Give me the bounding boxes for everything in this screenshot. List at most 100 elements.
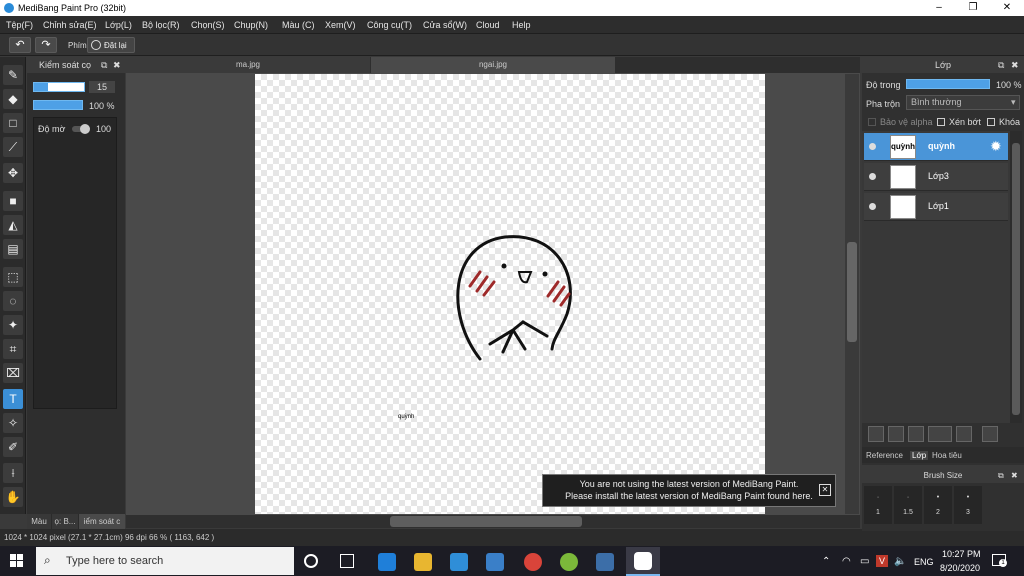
windows-start-icon[interactable] [10, 554, 24, 568]
new-halftone-layer-icon[interactable] [888, 426, 904, 442]
close-panel-icon[interactable]: ✖ [1011, 57, 1019, 73]
vertical-scroll-thumb[interactable] [847, 242, 857, 342]
tab-color[interactable]: Màu [27, 514, 51, 529]
popout-icon[interactable]: ⧉ [998, 57, 1004, 73]
menu-color[interactable]: Màu (C) [282, 20, 315, 30]
clock-date[interactable]: 8/20/2020 [940, 563, 980, 573]
volume-icon[interactable]: 🔈 [894, 556, 906, 567]
fill-shape-icon[interactable]: ■ [3, 191, 23, 211]
divide-icon[interactable]: ✐ [3, 437, 23, 457]
vpn-icon[interactable]: V [876, 555, 888, 567]
tab-brush-control[interactable]: iểm soát c [79, 514, 125, 529]
menu-help[interactable]: Help [512, 20, 531, 30]
gear-icon[interactable]: ✹ [990, 138, 1002, 155]
menu-layer[interactable]: Lớp(L) [105, 20, 132, 30]
mail-icon[interactable] [450, 553, 468, 571]
redo-button[interactable]: ↷ [35, 37, 57, 53]
eraser-icon[interactable]: ◆ [3, 89, 23, 109]
vertical-scrollbar[interactable] [845, 74, 859, 514]
popout-icon[interactable]: ⧉ [101, 57, 107, 73]
close-panel-icon[interactable]: ✖ [1011, 469, 1018, 483]
eye-icon[interactable] [869, 203, 876, 210]
tab-ma-jpg[interactable]: ma.jpg [126, 57, 370, 73]
taskbar-search[interactable]: ⌕ Type here to search [36, 547, 294, 575]
menu-cloud[interactable]: Cloud [476, 20, 500, 30]
clock-time[interactable]: 10:27 PM [942, 549, 981, 559]
select-eraser-icon[interactable]: ⌧ [3, 363, 23, 383]
close-notification-icon[interactable]: ✕ [819, 484, 831, 496]
move-icon[interactable]: ✥ [3, 163, 23, 183]
operation-icon[interactable]: ✧ [3, 413, 23, 433]
task-view-icon[interactable] [340, 554, 354, 568]
text-icon[interactable]: T [3, 389, 23, 409]
language-indicator[interactable]: ENG [914, 557, 934, 567]
horizontal-scroll-thumb[interactable] [390, 516, 582, 527]
layer-item-lop1[interactable]: Lớp1 [864, 193, 1008, 221]
medibang-taskbar-button[interactable] [626, 547, 660, 576]
hand-icon[interactable]: ✋ [3, 487, 23, 507]
duplicate-layer-icon[interactable] [982, 426, 998, 442]
lasso-icon[interactable]: ◌ [3, 291, 23, 311]
brush-size-3[interactable]: • 3 [954, 486, 982, 524]
minimize-button[interactable]: – [922, 0, 956, 16]
hardness-toggle[interactable] [72, 124, 90, 134]
brush-opacity-slider[interactable] [33, 100, 83, 110]
blend-mode-select[interactable]: Bình thường ▾ [906, 95, 1020, 110]
menu-edit[interactable]: Chỉnh sửa(E) [43, 20, 97, 30]
brush-size-value[interactable]: 15 [89, 81, 115, 93]
close-button[interactable]: ✕ [990, 0, 1024, 16]
brush-size-slider[interactable] [33, 82, 85, 92]
store-icon[interactable] [486, 553, 504, 571]
new-8bit-layer-icon[interactable] [908, 426, 924, 442]
green-app-icon[interactable] [560, 553, 578, 571]
rectangle-icon[interactable]: □ [3, 113, 23, 133]
maximize-button[interactable]: ❐ [956, 0, 990, 16]
battery-icon[interactable]: ▭ [860, 556, 869, 567]
layer-item-lop3[interactable]: Lớp3 [864, 163, 1008, 191]
tab-navigator[interactable]: Hoa tiêu [932, 451, 962, 460]
tab-layer[interactable]: Lớp [910, 451, 929, 460]
brush-size-1[interactable]: · 1 [864, 486, 892, 524]
clipping-checkbox[interactable] [937, 118, 945, 126]
menu-view[interactable]: Xem(V) [325, 20, 356, 30]
menu-select[interactable]: Chọn(S) [191, 20, 225, 30]
protect-alpha-checkbox[interactable] [868, 118, 876, 126]
menu-filter[interactable]: Bộ lọc(R) [142, 20, 180, 30]
chrome-icon[interactable] [524, 553, 542, 571]
tab-reference[interactable]: Reference [866, 451, 903, 460]
horizontal-scrollbar[interactable] [126, 515, 860, 528]
calculator-icon[interactable] [596, 553, 614, 571]
bucket-icon[interactable]: ◭ [3, 215, 23, 235]
brush-icon[interactable]: ✎ [3, 65, 23, 85]
tab-brush[interactable]: ọ: B... [52, 514, 78, 529]
eyedropper-icon[interactable]: ⟊ [3, 463, 23, 483]
network-icon[interactable]: ◠ [842, 556, 851, 567]
menu-tools[interactable]: Công cụ(T) [367, 20, 412, 30]
pen-icon[interactable]: ⟋ [3, 137, 23, 157]
add-layer-dropdown-icon[interactable] [928, 426, 952, 442]
reset-button[interactable]: Đặt lại [87, 37, 135, 53]
update-notification[interactable]: You are not using the latest version of … [542, 474, 836, 507]
new-layer-icon[interactable] [868, 426, 884, 442]
layer-item-quynh[interactable]: quỳnh quỳnh ✹ [864, 133, 1008, 161]
brush-size-1-5[interactable]: · 1.5 [894, 486, 922, 524]
menu-window[interactable]: Cửa sổ(W) [423, 20, 467, 30]
gradient-icon[interactable]: ▤ [3, 239, 23, 259]
magic-wand-icon[interactable]: ✦ [3, 315, 23, 335]
menu-snap[interactable]: Chụp(N) [234, 20, 268, 30]
layer-opacity-slider[interactable] [906, 79, 990, 89]
cortana-icon[interactable] [304, 554, 318, 568]
select-pen-icon[interactable]: ⌗ [3, 339, 23, 359]
layer-scrollbar[interactable] [1010, 131, 1022, 423]
eye-icon[interactable] [869, 143, 876, 150]
popout-icon[interactable]: ⧉ [998, 469, 1004, 483]
file-explorer-icon[interactable] [414, 553, 432, 571]
tab-ngai-jpg[interactable]: ngai.jpg [371, 57, 615, 73]
chevron-up-icon[interactable]: ⌃ [822, 556, 830, 567]
folder-icon[interactable] [956, 426, 972, 442]
edge-icon[interactable] [378, 553, 396, 571]
menu-file[interactable]: Tệp(F) [6, 20, 33, 30]
lock-checkbox[interactable] [987, 118, 995, 126]
close-panel-icon[interactable]: ✖ [113, 57, 121, 73]
brush-size-2[interactable]: • 2 [924, 486, 952, 524]
